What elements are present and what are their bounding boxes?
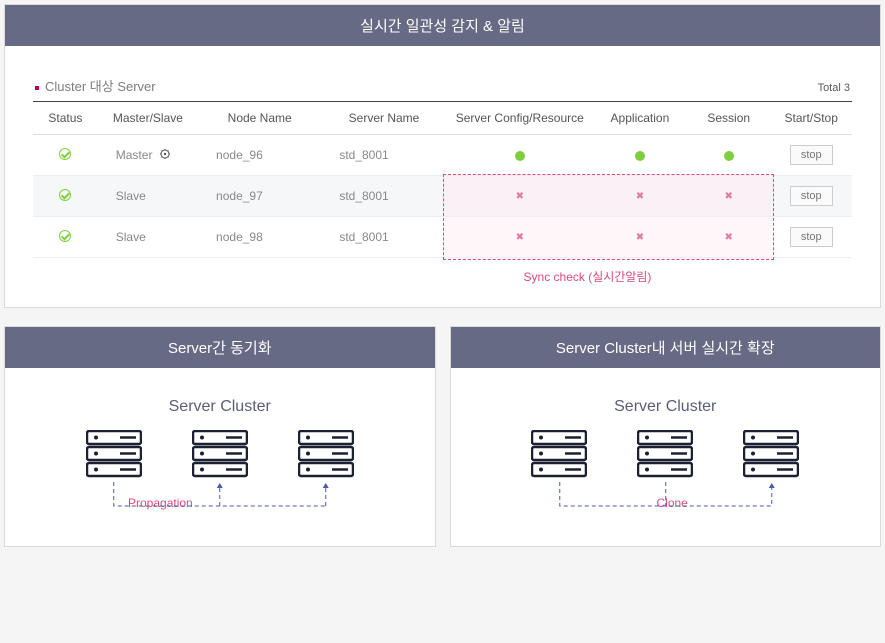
cell-node: node_98 (198, 217, 321, 258)
cell-role: Master (98, 135, 198, 176)
cell-sess (687, 217, 771, 258)
cell-app (593, 135, 687, 176)
cell-app (593, 217, 687, 258)
cluster-title: Server Cluster (475, 398, 857, 416)
status-err-icon (515, 192, 525, 202)
col-role: Master/Slave (98, 102, 198, 135)
stop-button[interactable]: stop (790, 227, 833, 247)
status-ok-icon (515, 151, 525, 161)
status-err-icon (724, 233, 734, 243)
panel-title: Server간 동기화 (5, 327, 435, 368)
status-ok-icon (724, 151, 734, 161)
col-server: Server Name (321, 102, 446, 135)
server-icon (86, 430, 142, 478)
col-cfg: Server Config/Resource (447, 102, 593, 135)
col-sess: Session (687, 102, 771, 135)
server-icon (298, 430, 354, 478)
server-icon (192, 430, 248, 478)
table-row: Slavenode_98std_8001 stop (33, 217, 852, 258)
cell-cfg (447, 176, 593, 217)
panel-title: Server Cluster내 서버 실시간 확장 (451, 327, 881, 368)
col-app: Application (593, 102, 687, 135)
propagation-connector (29, 482, 411, 522)
cell-sess (687, 176, 771, 217)
cluster-title: Server Cluster (29, 398, 411, 416)
cluster-scale-panel: Server Cluster내 서버 실시간 확장 Server Cluster… (450, 326, 882, 547)
col-ctrl: Start/Stop (770, 102, 852, 135)
table-row: Master node_96std_8001 stop (33, 135, 852, 176)
status-ok-icon (59, 189, 71, 201)
sync-check-label: Sync check (실시간알림) (323, 268, 852, 285)
server-cluster (475, 430, 857, 478)
cluster-table: Status Master/Slave Node Name Server Nam… (33, 101, 852, 258)
status-err-icon (635, 192, 645, 202)
server-icon (531, 430, 587, 478)
realtime-consistency-panel: 실시간 일관성 감지 & 알림 Cluster 대상 Server Total … (4, 4, 881, 308)
table-row: Slavenode_97std_8001 stop (33, 176, 852, 217)
server-cluster (29, 430, 411, 478)
status-err-icon (724, 192, 734, 202)
panel-title: 실시간 일관성 감지 & 알림 (5, 5, 880, 46)
cell-cfg (447, 135, 593, 176)
gear-icon (160, 148, 170, 162)
cell-cfg (447, 217, 593, 258)
section-title: Cluster 대상 Server (35, 76, 156, 95)
cell-node: node_97 (198, 176, 321, 217)
clone-connector (475, 482, 857, 522)
cell-server: std_8001 (321, 176, 446, 217)
status-ok-icon (635, 151, 645, 161)
col-status: Status (33, 102, 98, 135)
status-err-icon (515, 233, 525, 243)
stop-button[interactable]: stop (790, 186, 833, 206)
total-value: 3 (844, 82, 850, 94)
server-icon (637, 430, 693, 478)
total-label: Total 3 (818, 82, 850, 94)
stop-button[interactable]: stop (790, 145, 833, 165)
server-icon (743, 430, 799, 478)
cell-sess (687, 135, 771, 176)
cell-role: Slave (98, 176, 198, 217)
cell-server: std_8001 (321, 135, 446, 176)
sync-between-servers-panel: Server간 동기화 Server Cluster Propagation (4, 326, 436, 547)
cell-server: std_8001 (321, 217, 446, 258)
cell-role: Slave (98, 217, 198, 258)
status-ok-icon (59, 148, 71, 160)
cell-node: node_96 (198, 135, 321, 176)
col-node: Node Name (198, 102, 321, 135)
status-ok-icon (59, 230, 71, 242)
status-err-icon (635, 233, 645, 243)
cell-app (593, 176, 687, 217)
